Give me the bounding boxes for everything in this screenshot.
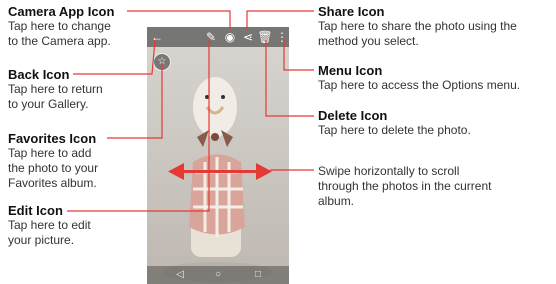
menu-callout-title: Menu Icon: [318, 63, 383, 78]
menu-callout: Menu Icon Tap here to access the Options…: [318, 63, 520, 93]
share-callout-desc-1: Tap here to share the photo using the: [318, 19, 517, 33]
nav-back-icon[interactable]: ◁: [173, 268, 187, 282]
delete-callout-title: Delete Icon: [318, 108, 388, 123]
delete-callout: Delete Icon Tap here to delete the photo…: [318, 108, 471, 138]
share-icon[interactable]: ⋖: [240, 29, 256, 45]
camera-callout-desc-1: Tap here to change: [8, 19, 111, 33]
share-callout-title: Share Icon: [318, 4, 385, 19]
favorites-callout: Favorites Icon Tap here to add the photo…: [8, 131, 98, 191]
nav-recent-apps-icon[interactable]: □: [251, 268, 265, 282]
camera-callout-title: Camera App Icon: [8, 4, 115, 19]
edit-callout-desc-2: your picture.: [8, 233, 75, 247]
phone-screen[interactable]: ← ✎ ◉ ⋖ 🗑 ⋮ ☆ ◁ ○ □: [147, 27, 289, 284]
share-callout: Share Icon Tap here to share the photo u…: [318, 4, 517, 49]
camera-callout-desc-2: to the Camera app.: [8, 34, 111, 48]
back-callout-title: Back Icon: [8, 67, 70, 82]
swipe-callout-desc-2: through the photos in the current: [318, 179, 492, 193]
delete-callout-desc-1: Tap here to delete the photo.: [318, 123, 471, 137]
edit-callout-desc-1: Tap here to edit: [8, 218, 91, 232]
edit-callout: Edit Icon Tap here to edit your picture.: [8, 203, 91, 248]
swipe-callout-desc-3: album.: [318, 194, 355, 208]
favorites-callout-desc-3: Favorites album.: [8, 176, 97, 190]
menu-kebab-icon[interactable]: ⋮: [274, 29, 289, 45]
swipe-callout: Swipe horizontally to scroll through the…: [318, 164, 491, 209]
menu-callout-desc-1: Tap here to access the Options menu.: [318, 78, 521, 92]
edit-callout-title: Edit Icon: [8, 203, 63, 218]
back-callout-desc-1: Tap here to return: [8, 82, 103, 96]
camera-icon[interactable]: ◉: [222, 29, 238, 45]
back-callout-desc-2: to your Gallery.: [8, 97, 89, 111]
photo-toolbar: ← ✎ ◉ ⋖ 🗑 ⋮: [147, 27, 289, 47]
share-callout-desc-2: method you select.: [318, 34, 419, 48]
nav-home-icon[interactable]: ○: [211, 268, 225, 282]
delete-trash-icon[interactable]: 🗑: [257, 29, 273, 45]
back-callout: Back Icon Tap here to return to your Gal…: [8, 67, 103, 112]
back-arrow-icon[interactable]: ←: [149, 29, 165, 45]
favorites-callout-desc-1: Tap here to add: [8, 146, 92, 160]
camera-callout: Camera App Icon Tap here to change to th…: [8, 4, 114, 49]
edit-pencil-icon[interactable]: ✎: [203, 29, 219, 45]
favorite-star-icon[interactable]: ☆: [153, 53, 171, 71]
system-nav-bar: ◁ ○ □: [147, 266, 289, 284]
favorites-callout-desc-2: the photo to your: [8, 161, 99, 175]
swipe-callout-desc-1: Swipe horizontally to scroll: [318, 164, 460, 178]
favorites-callout-title: Favorites Icon: [8, 131, 97, 146]
